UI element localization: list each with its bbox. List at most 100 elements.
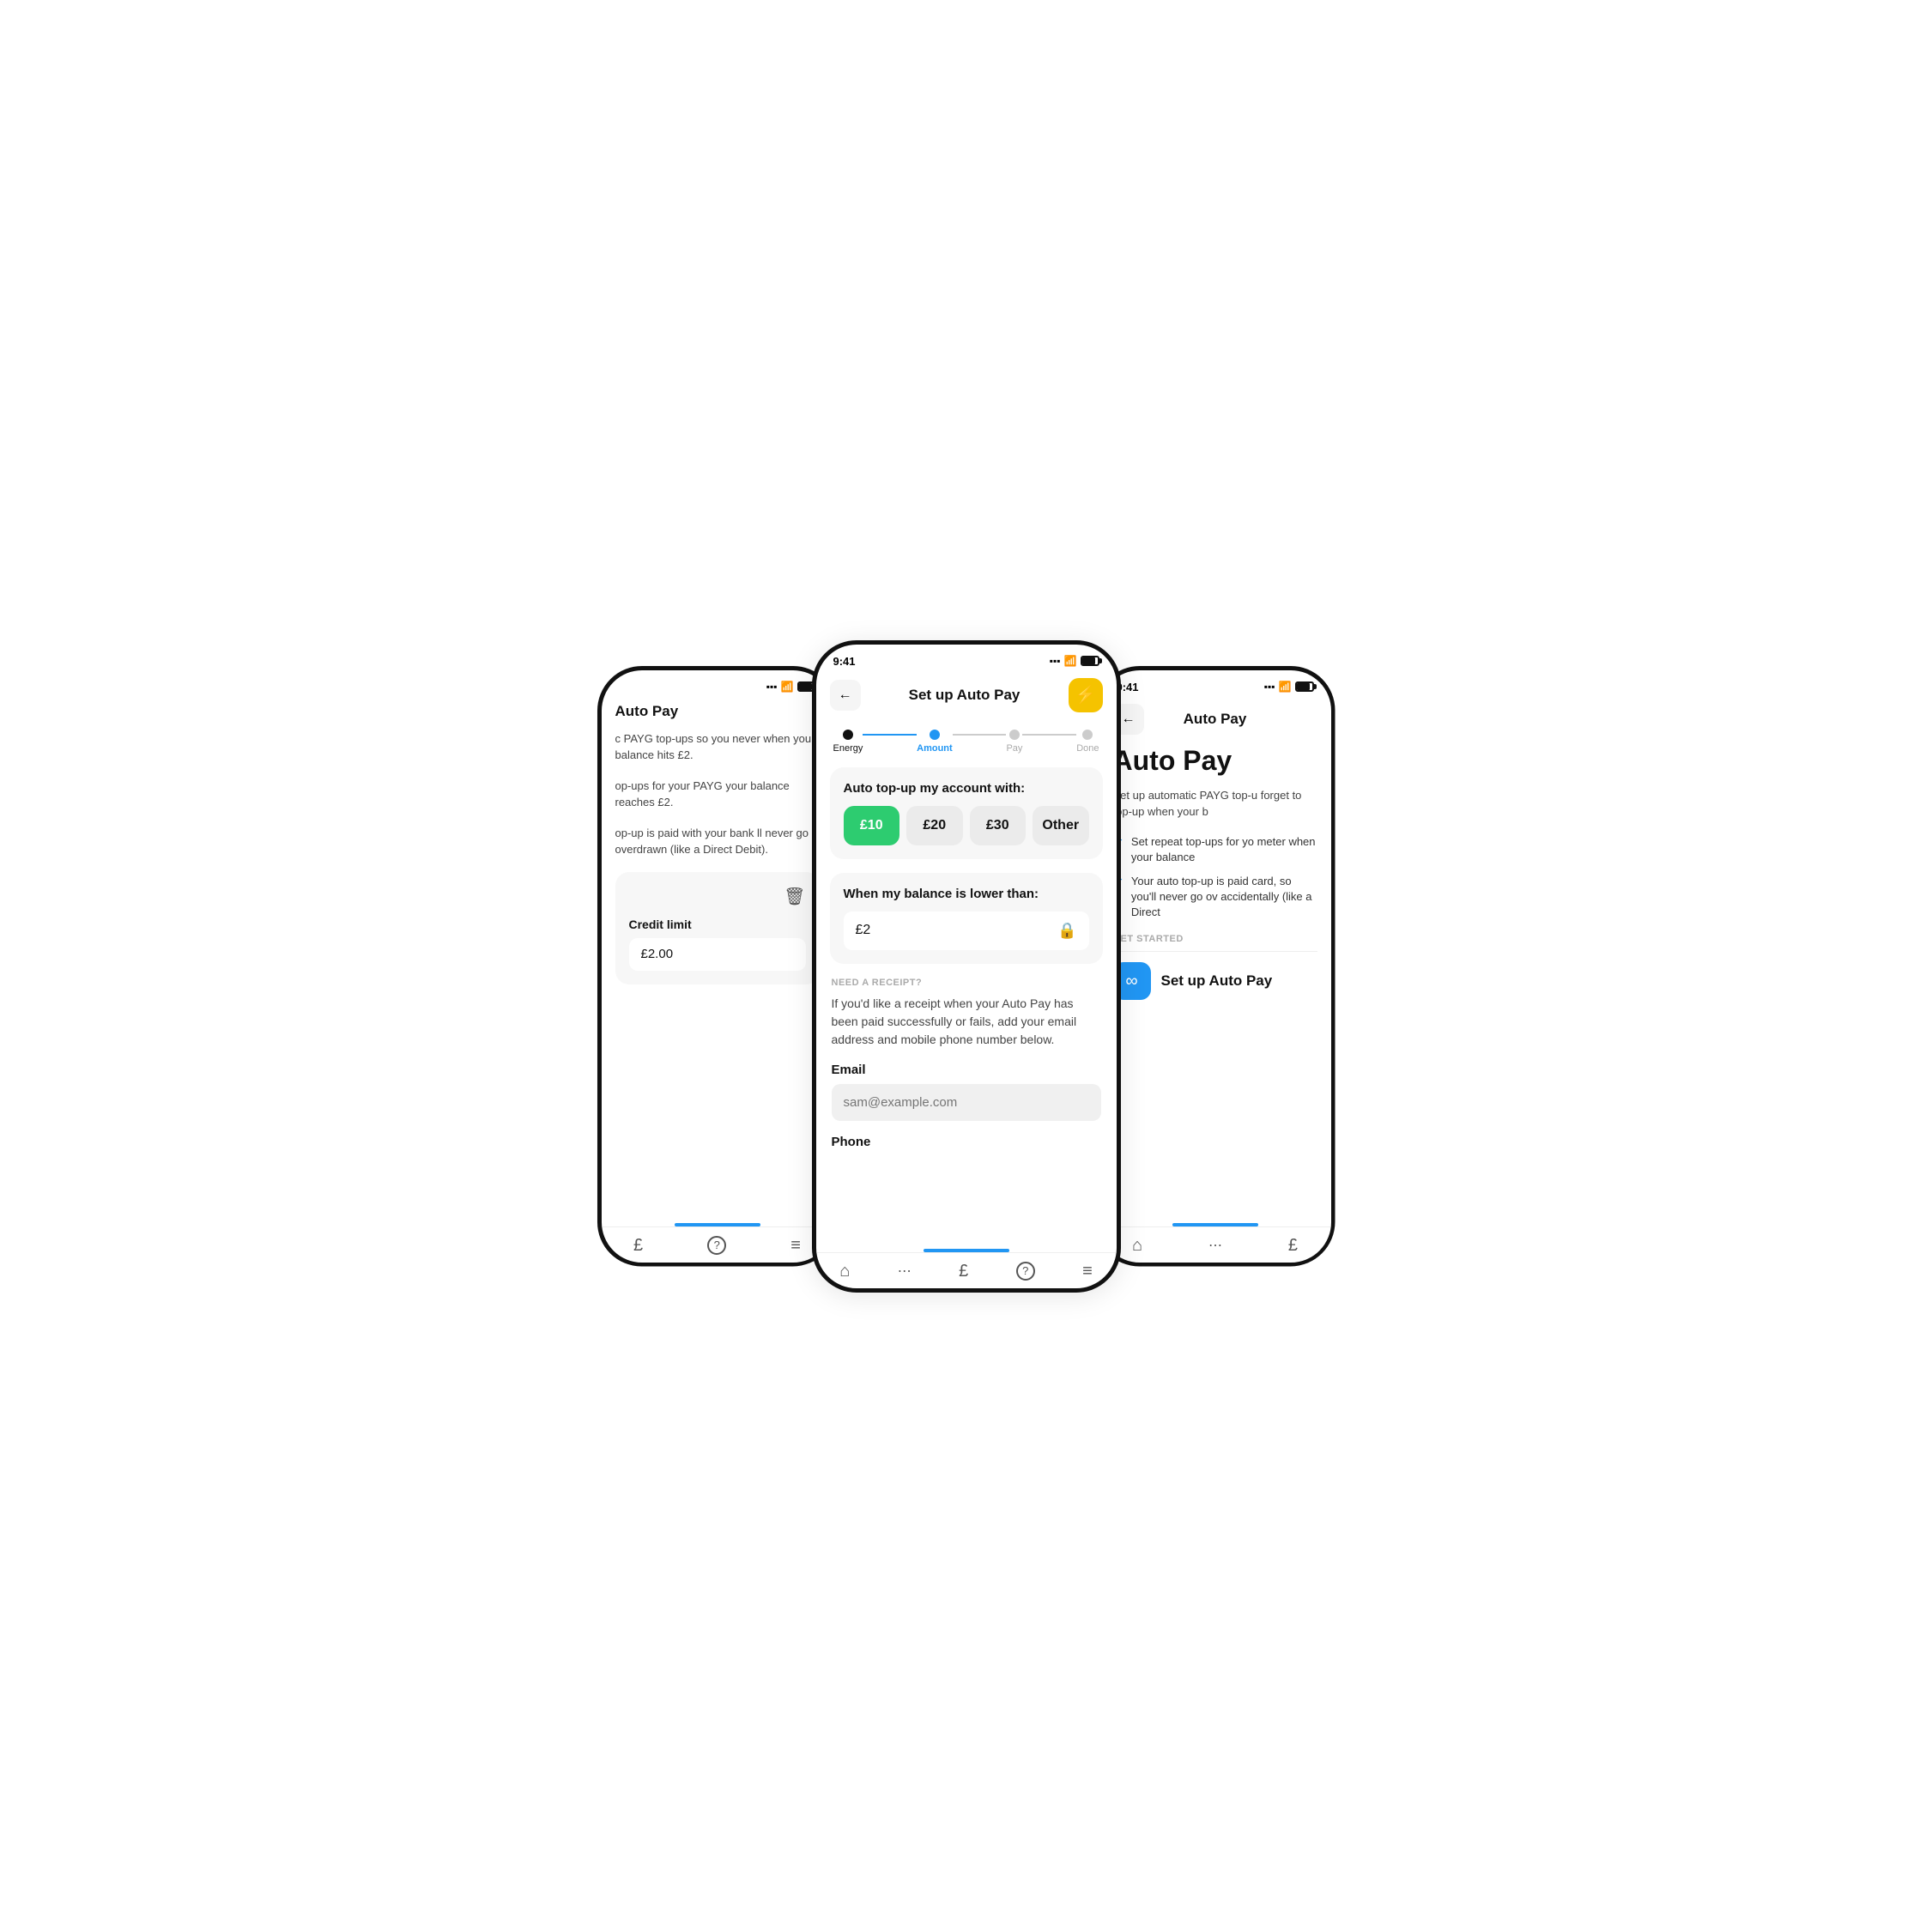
lightning-icon: ⚡	[1075, 684, 1096, 706]
right-status-icons: ▪▪▪ 📶	[1264, 681, 1314, 693]
left-nav-billing[interactable]: £	[633, 1236, 643, 1256]
step-line-2	[953, 734, 1007, 736]
billing-icon: £	[633, 1236, 643, 1256]
balance-card-title: When my balance is lower than:	[844, 887, 1089, 901]
step-label-amount: Amount	[917, 743, 953, 754]
left-desc-2: op-ups for your PAYG your balance reache…	[615, 778, 820, 811]
credit-value-box: £2.00	[629, 938, 806, 971]
center-nav-title: Set up Auto Pay	[909, 687, 1021, 704]
center-signal-icon: ▪▪▪	[1050, 655, 1061, 667]
center-nav-menu[interactable]: ≡	[1082, 1262, 1093, 1281]
signal-icon: ▪▪▪	[766, 681, 778, 693]
right-nav-header: ← Auto Pay	[1099, 697, 1331, 745]
balance-value: £2	[856, 923, 871, 938]
wifi-icon: 📶	[781, 681, 794, 693]
left-nav-help[interactable]: ?	[707, 1236, 726, 1255]
step-dot-amount	[930, 730, 940, 740]
balance-input-row: £2 🔒	[844, 911, 1089, 950]
right-battery-icon	[1295, 681, 1314, 692]
center-bottom-nav: ⌂ ⋯ £ ? ≡	[816, 1252, 1117, 1288]
delete-icon[interactable]: 🗑	[784, 886, 805, 907]
bullet-item-2: ✓ Your auto top-up is paid card, so you'…	[1113, 874, 1317, 921]
left-nav-menu[interactable]: ≡	[790, 1236, 801, 1256]
progress-steps: Energy Amount Pay Done	[816, 723, 1117, 767]
center-time: 9:41	[833, 655, 856, 668]
step-label-energy: Energy	[833, 743, 863, 754]
step-line-3	[1022, 734, 1076, 736]
get-started-label: GET STARTED	[1113, 934, 1317, 944]
center-content: Auto top-up my account with: £10 £20 £30…	[816, 767, 1117, 1245]
right-billing-icon: £	[1288, 1236, 1298, 1256]
credit-limit-card: 🗑 Credit limit £2.00	[615, 872, 820, 984]
left-phone: ▪▪▪ 📶 Auto Pay c PAYG top-ups so you nev…	[597, 666, 838, 1267]
amount-20-button[interactable]: £20	[906, 806, 963, 845]
journey-icon: ⋯	[898, 1263, 911, 1280]
amount-30-button[interactable]: £30	[970, 806, 1027, 845]
center-nav-home[interactable]: ⌂	[839, 1262, 850, 1281]
email-label: Email	[832, 1063, 1101, 1077]
center-nav-header: ← Set up Auto Pay ⚡	[816, 671, 1117, 723]
receipt-section: NEED A RECEIPT? If you'd like a receipt …	[830, 978, 1103, 1149]
help-icon: ?	[707, 1236, 726, 1255]
right-bottom-nav: ⌂ ⋯ £	[1099, 1226, 1331, 1263]
receipt-label: NEED A RECEIPT?	[832, 978, 1101, 988]
left-bottom-nav: £ ? ≡	[602, 1226, 833, 1263]
email-input[interactable]	[832, 1084, 1101, 1121]
back-arrow-icon: ←	[839, 687, 852, 703]
step-done: Done	[1076, 730, 1099, 754]
step-amount: Amount	[917, 730, 953, 754]
right-status-bar: 9:41 ▪▪▪ 📶	[1099, 670, 1331, 697]
get-started-divider	[1113, 951, 1317, 952]
center-nav-help[interactable]: ?	[1016, 1262, 1035, 1281]
center-status-bar: 9:41 ▪▪▪ 📶	[816, 645, 1117, 671]
center-nav-billing[interactable]: £	[959, 1262, 968, 1281]
bullet-text-1: Set repeat top-ups for yo meter when you…	[1131, 834, 1317, 865]
center-wifi-icon: 📶	[1064, 655, 1077, 667]
amount-other-button[interactable]: Other	[1033, 806, 1089, 845]
phone-label: Phone	[832, 1135, 1101, 1149]
amount-buttons: £10 £20 £30 Other	[844, 806, 1089, 845]
step-pay: Pay	[1006, 730, 1022, 754]
left-desc-1: c PAYG top-ups so you never when your ba…	[615, 730, 820, 764]
right-phone: 9:41 ▪▪▪ 📶 ← Auto Pay Auto Pay Set up au…	[1095, 666, 1335, 1267]
right-content: Auto Pay Set up automatic PAYG top-u for…	[1099, 745, 1331, 1001]
lightning-button[interactable]: ⚡	[1069, 678, 1103, 712]
balance-card: When my balance is lower than: £2 🔒	[830, 873, 1103, 964]
scene: ▪▪▪ 📶 Auto Pay c PAYG top-ups so you nev…	[494, 640, 1438, 1293]
left-content: Auto Pay c PAYG top-ups so you never whe…	[602, 696, 833, 984]
center-nav-journey[interactable]: ⋯	[898, 1263, 911, 1280]
menu-icon-center: ≡	[1082, 1262, 1093, 1281]
right-nav-home[interactable]: ⌂	[1132, 1236, 1142, 1256]
receipt-description: If you'd like a receipt when your Auto P…	[832, 995, 1101, 1049]
setup-autopay-button[interactable]: ∞ Set up Auto Pay	[1113, 962, 1317, 1000]
left-desc-3: op-up is paid with your bank ll never go…	[615, 825, 820, 858]
home-icon: ⌂	[839, 1262, 850, 1281]
billing-icon-center: £	[959, 1262, 968, 1281]
right-nav-billing[interactable]: £	[1288, 1236, 1298, 1256]
bullet-item-1: ✓ Set repeat top-ups for yo meter when y…	[1113, 834, 1317, 865]
right-nav-title: Auto Pay	[1184, 711, 1247, 728]
step-label-pay: Pay	[1006, 743, 1022, 754]
auto-pay-title: Auto Pay	[1113, 745, 1317, 777]
setup-button-label: Set up Auto Pay	[1161, 972, 1273, 990]
credit-limit-label: Credit limit	[629, 918, 806, 931]
amount-10-button[interactable]: £10	[844, 806, 900, 845]
center-status-icons: ▪▪▪ 📶	[1050, 655, 1099, 667]
auto-pay-desc: Set up automatic PAYG top-u forget to to…	[1113, 787, 1317, 821]
lock-icon: 🔒	[1057, 922, 1076, 940]
step-dot-energy	[843, 730, 853, 740]
right-back-arrow-icon: ←	[1122, 712, 1136, 727]
right-nav-journey[interactable]: ⋯	[1208, 1237, 1222, 1254]
left-page-title: Auto Pay	[615, 696, 820, 720]
bullet-text-2: Your auto top-up is paid card, so you'll…	[1131, 874, 1317, 921]
topup-card-title: Auto top-up my account with:	[844, 781, 1089, 796]
back-button[interactable]: ←	[830, 680, 861, 711]
infinity-icon: ∞	[1125, 972, 1137, 991]
right-wifi-icon: 📶	[1279, 681, 1292, 693]
help-icon-center: ?	[1016, 1262, 1035, 1281]
step-line-1	[863, 734, 917, 736]
right-journey-icon: ⋯	[1208, 1237, 1222, 1254]
step-energy: Energy	[833, 730, 863, 754]
credit-value: £2.00	[641, 947, 674, 961]
menu-icon: ≡	[790, 1236, 801, 1256]
